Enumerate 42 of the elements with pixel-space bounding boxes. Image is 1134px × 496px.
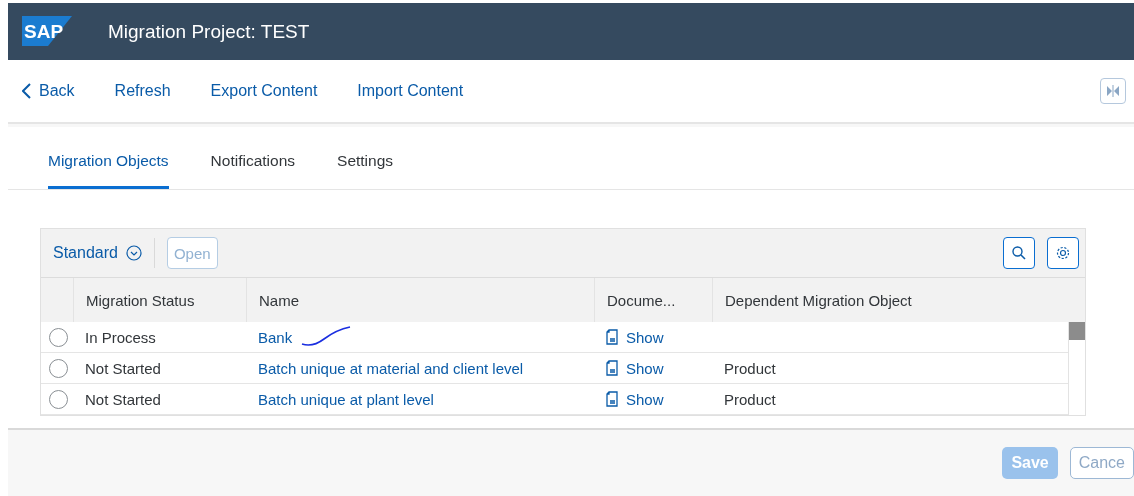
name-link[interactable]: Batch unique at plant level (258, 390, 434, 408)
row-radio[interactable] (49, 358, 68, 378)
name-link[interactable]: Batch unique at material and client level (258, 359, 524, 377)
tab[interactable]: Notifications (210, 152, 296, 189)
document-icon (606, 360, 618, 376)
table-cell: Product (724, 390, 776, 408)
show-link[interactable]: Show (626, 359, 664, 377)
table-cell: In Process (85, 328, 156, 346)
settings-icon (1055, 245, 1071, 261)
table-row[interactable]: Not Started Batch unique at material and client level Show Product (41, 353, 1068, 384)
table-row[interactable]: Not Started Batch unique at plant level Show Product (41, 384, 1068, 415)
document-icon (606, 391, 618, 407)
column-header[interactable]: Dependent Migration Object (712, 278, 1068, 322)
toolbar-link[interactable]: Export Content (210, 82, 318, 100)
document-icon (606, 329, 618, 345)
table-cell: Not Started (85, 359, 161, 377)
back-link[interactable]: Back (22, 82, 75, 100)
tab[interactable]: Settings (337, 152, 394, 189)
search-icon (1012, 246, 1026, 260)
table-cell: Not Started (85, 390, 161, 408)
toolbar-link[interactable]: Import Content (357, 82, 464, 100)
show-link[interactable]: Show (626, 390, 664, 408)
chevron-left-icon (22, 83, 31, 99)
search-button[interactable] (1003, 237, 1035, 269)
table-row[interactable]: In Process Bank Show (41, 322, 1068, 353)
column-header[interactable]: Migration Status (73, 278, 246, 322)
variant-selector[interactable]: Standard (53, 244, 142, 262)
dropdown-icon (125, 245, 142, 261)
collapse-button[interactable] (1100, 78, 1126, 104)
row-radio[interactable] (49, 327, 68, 347)
toolbar-link[interactable]: Refresh (114, 82, 171, 100)
column-header[interactable]: Docume... (594, 278, 712, 322)
column-header[interactable]: Name (246, 278, 594, 322)
settings-button[interactable] (1047, 237, 1079, 269)
row-radio[interactable] (49, 389, 68, 409)
window-title: Migration Project: TEST (108, 20, 310, 43)
pen-stroke (300, 326, 353, 348)
scrollbar[interactable] (1068, 322, 1085, 415)
table-cell: Product (724, 359, 776, 377)
collapse-icon (1106, 85, 1120, 97)
name-link[interactable]: Bank (258, 328, 293, 346)
show-link[interactable]: Show (626, 328, 664, 346)
